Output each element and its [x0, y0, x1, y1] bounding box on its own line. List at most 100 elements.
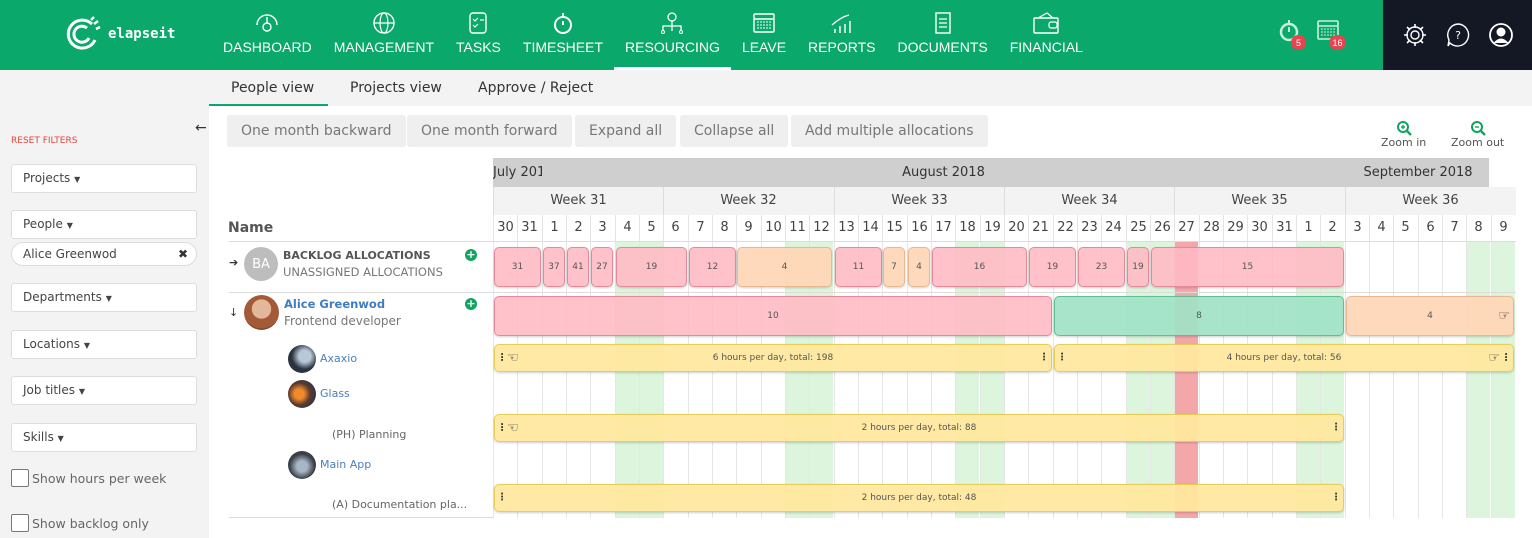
collapse-all-button[interactable]: Collapse all — [680, 115, 789, 147]
show-backlog-only-checkbox[interactable]: Show backlog only — [11, 514, 149, 532]
nav-tasks[interactable]: TASKS — [445, 0, 512, 70]
resize-handle-right[interactable]: ⋮ — [1331, 493, 1341, 503]
capacity-bar[interactable]: 23 — [1078, 247, 1125, 287]
capacity-bar[interactable]: 16 — [932, 247, 1027, 287]
one-month-backward-button[interactable]: One month backward — [227, 115, 406, 147]
add-multiple-allocations-button[interactable]: Add multiple allocations — [791, 115, 988, 147]
remove-chip-icon[interactable]: ✖ — [178, 243, 188, 265]
capacity-bar[interactable]: 19 — [616, 247, 687, 287]
hand-pointer-icon: ☜ — [507, 350, 519, 366]
nav-reports[interactable]: REPORTS — [797, 0, 886, 70]
project-link-axaxio[interactable]: Axaxio — [320, 352, 357, 365]
nav-resourcing[interactable]: RESOURCING — [614, 0, 731, 70]
zoom-in-button[interactable]: Zoom in — [1381, 120, 1426, 149]
nav-management[interactable]: MANAGEMENT — [323, 0, 445, 70]
resize-handle-right[interactable]: ☞ ⋮ — [1488, 350, 1511, 366]
resize-handle-right[interactable]: ⋮ — [1331, 423, 1341, 433]
day-label: 18 — [955, 215, 979, 241]
expand-all-button[interactable]: Expand all — [575, 115, 677, 147]
globe-icon — [373, 12, 395, 34]
capacity-bar[interactable]: 4 ☞ — [1346, 296, 1514, 336]
resize-handle-left[interactable]: ⋮ ☜ — [497, 351, 519, 366]
capacity-bar[interactable]: 41 — [567, 247, 589, 287]
capacity-bar[interactable]: 15 — [1151, 247, 1344, 287]
allocation-bar[interactable]: 2 hours per day, total: 48 ⋮ ⋮ — [494, 484, 1344, 512]
one-month-forward-button[interactable]: One month forward — [407, 115, 572, 147]
project-avatar — [288, 451, 316, 479]
row-divider — [229, 292, 1516, 293]
allocation-bar[interactable]: 6 hours per day, total: 198 ⋮ ☜ ⋮ — [494, 344, 1052, 372]
skills-filter[interactable]: Skills ▼ — [11, 423, 197, 452]
nav-dashboard[interactable]: DASHBOARD — [212, 0, 323, 70]
capacity-bar[interactable]: 11 — [835, 247, 882, 287]
departments-filter[interactable]: Departments ▼ — [11, 283, 197, 312]
job-titles-filter[interactable]: Job titles ▼ — [11, 376, 197, 405]
tab-projects-view[interactable]: Projects view — [350, 70, 442, 106]
day-column[interactable] — [1345, 241, 1369, 518]
weekend-column[interactable] — [1491, 241, 1515, 518]
week-header-row: Week 31 Week 32 Week 33 Week 34 Week 35 Week … — [493, 187, 1516, 215]
zoom-out-button[interactable]: Zoom out — [1451, 120, 1504, 149]
row-title: BACKLOG ALLOCATIONS — [283, 249, 431, 262]
resize-handle-left[interactable]: ⋮ ☜ — [497, 421, 519, 436]
capacity-bar[interactable]: 19 — [1127, 247, 1149, 287]
capacity-bar[interactable]: 27 — [591, 247, 613, 287]
user-avatar-icon[interactable] — [1488, 22, 1514, 48]
person-name-link[interactable]: Alice Greenwod — [284, 297, 401, 311]
day-column[interactable] — [1369, 241, 1393, 518]
expand-arrow-icon[interactable]: ➔ — [229, 256, 238, 269]
project-link-main-app[interactable]: Main App — [320, 458, 371, 471]
resize-handle-left[interactable]: ⋮ — [1057, 353, 1067, 363]
capacity-bar[interactable]: 37 — [543, 247, 565, 287]
capacity-bar[interactable]: 10 — [494, 296, 1052, 336]
calendar-shortcut[interactable]: 16 — [1316, 18, 1346, 50]
timer-shortcut[interactable]: 5 — [1278, 18, 1306, 50]
nav-dashboard-label: DASHBOARD — [223, 39, 312, 55]
capacity-bar[interactable]: 8 — [1054, 296, 1344, 336]
logo[interactable]: elapseit — [62, 14, 175, 54]
job-titles-filter-label: Job titles — [23, 383, 76, 397]
nav-financial[interactable]: FINANCIAL — [999, 0, 1094, 70]
day-column[interactable] — [1442, 241, 1466, 518]
capacity-bar[interactable]: 19 — [1029, 247, 1076, 287]
capacity-bar[interactable]: 12 — [689, 247, 736, 287]
capacity-bar[interactable]: 31 — [494, 247, 541, 287]
capacity-bar[interactable]: 4 — [908, 247, 930, 287]
add-allocation-plus-icon[interactable]: + — [465, 298, 477, 310]
checkbox-box[interactable] — [11, 514, 29, 532]
resize-handle-right[interactable]: ☞ — [1498, 309, 1510, 324]
add-allocation-plus-icon[interactable]: + — [465, 249, 477, 261]
tab-people-view[interactable]: People view — [209, 70, 328, 106]
nav-timesheet[interactable]: TIMESHEET — [512, 0, 614, 70]
nav-financial-label: FINANCIAL — [1009, 39, 1083, 55]
help-icon[interactable]: ? — [1445, 22, 1471, 48]
day-label: 8 — [1466, 215, 1490, 241]
locations-filter[interactable]: Locations ▼ — [11, 330, 197, 359]
resize-handle-left[interactable]: ⋮ — [497, 493, 507, 503]
projects-filter[interactable]: Projects ▼ — [11, 164, 197, 193]
nav-documents[interactable]: DOCUMENTS — [886, 0, 998, 70]
project-link-glass[interactable]: Glass — [320, 387, 350, 400]
day-column[interactable] — [1418, 241, 1442, 518]
allocation-bar[interactable]: 2 hours per day, total: 88 ⋮ ☜ ⋮ — [494, 414, 1344, 442]
reset-filters-link[interactable]: RESET FILTERS — [11, 136, 77, 146]
collapse-arrow-icon[interactable]: ↓ — [229, 306, 238, 319]
tab-approve-reject[interactable]: Approve / Reject — [478, 70, 593, 106]
hand-pointer-icon: ☞ — [1488, 350, 1500, 366]
capacity-bar[interactable]: 4 — [737, 247, 832, 287]
collapse-sidebar-arrow-icon[interactable]: ← — [195, 120, 207, 136]
resize-handle-right[interactable]: ⋮ — [1039, 353, 1049, 363]
allocation-bar[interactable]: 4 hours per day, total: 56 ⋮ ☞ ⋮ — [1054, 344, 1514, 372]
avatar: BA — [244, 247, 278, 281]
day-column[interactable] — [1393, 241, 1417, 518]
checkbox-box[interactable] — [11, 469, 29, 487]
weekend-column[interactable] — [1466, 241, 1490, 518]
people-filter[interactable]: People ▼ — [11, 210, 197, 239]
nav-leave[interactable]: LEAVE — [731, 0, 797, 70]
day-header-row: 30 31 1 2 3 4 5 6 7 8 9 10 11 12 13 14 15 16 17 18 19 20 21 22 2… — [493, 215, 1516, 241]
capacity-bar[interactable]: 7 — [883, 247, 905, 287]
day-label: 8 — [712, 215, 736, 241]
gear-icon[interactable] — [1402, 22, 1428, 48]
show-hours-per-week-checkbox[interactable]: Show hours per week — [11, 469, 166, 487]
hand-pointer-icon: ☜ — [507, 420, 519, 436]
